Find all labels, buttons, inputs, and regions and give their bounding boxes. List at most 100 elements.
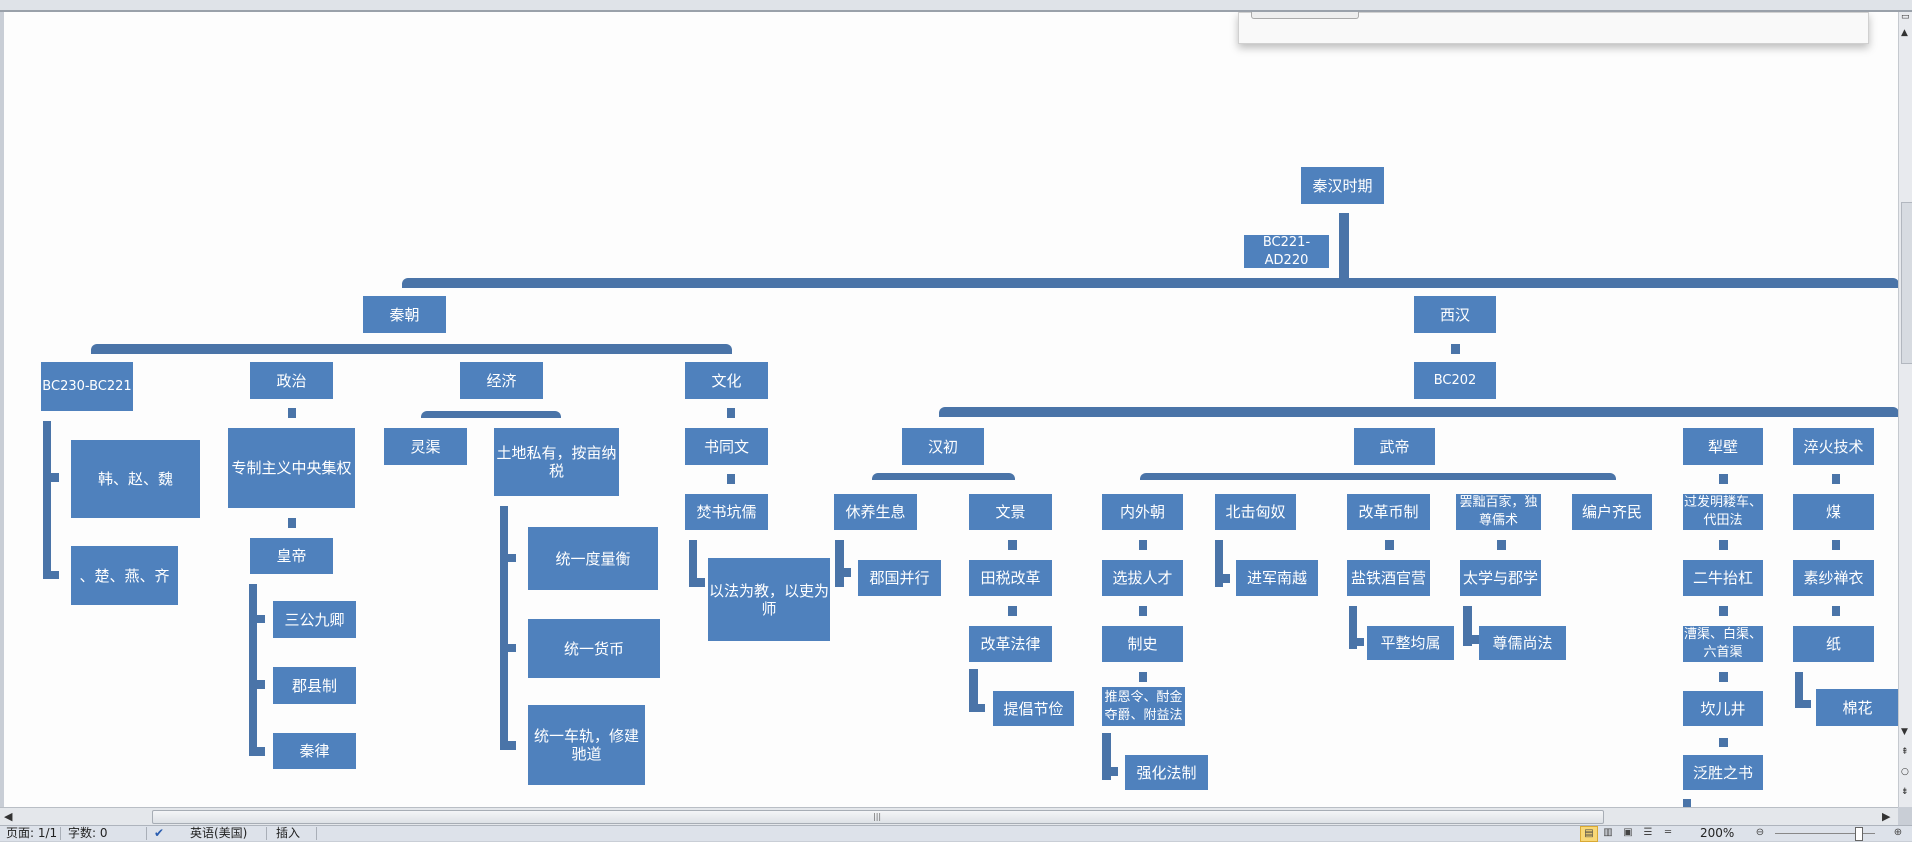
connector-dot	[1497, 540, 1506, 550]
connector-dot	[1683, 799, 1691, 807]
chart-node[interactable]: 灵渠	[384, 428, 467, 465]
chart-node[interactable]: 改革币制	[1347, 494, 1430, 530]
chart-node[interactable]: 煤	[1793, 494, 1874, 530]
chart-node[interactable]: 素纱禅衣	[1793, 560, 1874, 596]
full-screen-reading-icon[interactable]: ▥	[1600, 826, 1616, 840]
scroll-down-icon[interactable]: ▼	[1901, 727, 1908, 737]
vertical-scrollbar[interactable]: ▭ ▲ ▼ ⇞ ○ ⇟	[1898, 12, 1912, 807]
chart-node[interactable]: 休养生息	[834, 494, 917, 530]
chart-node[interactable]: 韩、赵、魏	[71, 440, 200, 518]
chart-node[interactable]: 泛胜之书	[1683, 755, 1763, 790]
chart-node[interactable]: 焚书坑儒	[685, 494, 768, 530]
chart-node[interactable]: 统一货币	[528, 619, 660, 678]
zoom-slider-thumb[interactable]	[1855, 827, 1863, 841]
chart-node[interactable]: 淬火技术	[1793, 428, 1874, 465]
insert-mode[interactable]: 插入	[276, 826, 300, 841]
chart-node[interactable]: 、楚、燕、齐	[71, 546, 178, 605]
chart-node[interactable]: 文景	[969, 494, 1052, 530]
chart-node[interactable]: 选拔人才	[1102, 560, 1183, 596]
chart-node[interactable]: 纸	[1793, 626, 1874, 662]
ribbon-edge	[0, 0, 1912, 12]
ruler-toggle-icon[interactable]: ▭	[1901, 12, 1910, 22]
chart-node[interactable]: 太学与郡学	[1460, 560, 1541, 596]
proofing-icon[interactable]: ✔	[154, 826, 164, 841]
chart-node[interactable]: 郡国并行	[858, 560, 941, 596]
chart-node[interactable]: BC202	[1414, 362, 1496, 399]
chart-node[interactable]: 秦朝	[363, 296, 446, 333]
chart-node[interactable]: 文化	[685, 362, 768, 399]
chart-node[interactable]: 平整均属	[1367, 626, 1454, 660]
chart-node[interactable]: 北击匈奴	[1215, 494, 1296, 530]
chart-node[interactable]: 过发明耧车、代田法	[1683, 494, 1763, 530]
bracket-tick	[500, 554, 516, 562]
chart-node[interactable]: 土地私有，按亩纳税	[494, 428, 619, 496]
horizontal-scrollbar[interactable]: ◀ ||| ▶	[0, 807, 1898, 825]
bracket-tick	[43, 571, 59, 579]
chart-node[interactable]: 田税改革	[969, 560, 1052, 596]
chart-node[interactable]: 改革法律	[969, 626, 1052, 662]
page-count[interactable]: 页面: 1/1	[6, 826, 57, 841]
chart-node[interactable]: 三公九卿	[273, 601, 356, 638]
chart-node[interactable]: 统一车轨，修建驰道	[528, 705, 645, 785]
chart-node[interactable]: 强化法制	[1125, 755, 1208, 790]
status-bar: 页面: 1/1 字数: 0 ✔ 英语(美国) 插入 ▤ ▥ ▣ ☰ ═ 200%…	[0, 825, 1912, 842]
scroll-right-icon[interactable]: ▶	[1882, 810, 1890, 823]
chart-node[interactable]: 专制主义中央集权	[228, 428, 355, 508]
chart-node[interactable]: 西汉	[1414, 296, 1496, 333]
chart-node[interactable]: 棉花	[1816, 689, 1898, 726]
chart-node[interactable]: 皇帝	[250, 538, 333, 574]
chart-node[interactable]: 二牛抬杠	[1683, 560, 1763, 596]
next-page-icon[interactable]: ⇟	[1901, 787, 1909, 797]
word-count[interactable]: 字数: 0	[68, 826, 108, 841]
chart-node[interactable]: 以法为教，以吏为师	[708, 558, 830, 641]
chart-node[interactable]: 编户齐民	[1572, 494, 1652, 530]
document-page[interactable]: 秦汉时期 BC221-AD220 秦朝 西汉 BC230-BC221 政治 经济 文化 BC20…	[4, 12, 1898, 807]
web-layout-icon[interactable]: ▣	[1620, 826, 1636, 840]
chart-node[interactable]: 武帝	[1354, 428, 1435, 465]
chart-node[interactable]: 提倡节俭	[993, 691, 1074, 726]
chart-node[interactable]: 盐铁酒官营	[1347, 560, 1430, 596]
chart-node[interactable]: 政治	[250, 362, 333, 399]
zoom-level[interactable]: 200%	[1700, 826, 1734, 841]
chart-node[interactable]: 推恩令、酎金夺爵、附益法	[1102, 687, 1185, 726]
horizontal-scroll-thumb[interactable]: |||	[152, 810, 1604, 824]
chart-node[interactable]: 统一度量衡	[528, 527, 658, 590]
chart-node[interactable]: 进军南越	[1236, 560, 1318, 596]
bracket-tick	[969, 704, 985, 712]
chart-node[interactable]: 书同文	[685, 428, 768, 465]
chart-node[interactable]: 汉初	[902, 428, 984, 465]
dialog-button[interactable]	[1251, 12, 1359, 19]
connector-bar	[402, 278, 1898, 288]
chart-node[interactable]: BC221-AD220	[1244, 235, 1329, 268]
chart-node[interactable]: 犁壁	[1683, 428, 1763, 465]
connector-dot	[1451, 344, 1460, 354]
chart-node[interactable]: BC230-BC221	[41, 362, 133, 411]
scroll-up-icon[interactable]: ▲	[1901, 28, 1908, 38]
bracket-line	[43, 421, 51, 576]
chart-node[interactable]: 内外朝	[1102, 494, 1183, 530]
connector-dot	[1139, 606, 1147, 616]
connector-bar	[872, 473, 1015, 480]
scroll-left-icon[interactable]: ◀	[4, 810, 12, 823]
zoom-out-icon[interactable]: ⊖	[1752, 826, 1768, 840]
connector-dot	[1719, 672, 1728, 682]
draft-icon[interactable]: ═	[1660, 826, 1676, 840]
browse-object-icon[interactable]: ○	[1901, 767, 1909, 777]
chart-node[interactable]: 坎儿井	[1683, 691, 1763, 726]
connector-bar	[939, 407, 1898, 417]
language[interactable]: 英语(美国)	[190, 826, 247, 841]
zoom-in-icon[interactable]: ⊕	[1890, 826, 1906, 840]
chart-node[interactable]: 罢黜百家，独尊儒术	[1456, 494, 1541, 530]
floating-dialog	[1238, 12, 1869, 44]
chart-node[interactable]: 秦汉时期	[1301, 167, 1384, 204]
chart-node[interactable]: 郡县制	[273, 667, 356, 704]
chart-node[interactable]: 尊儒尚法	[1479, 626, 1566, 660]
outline-icon[interactable]: ☰	[1640, 826, 1656, 840]
vertical-scroll-thumb[interactable]	[1901, 202, 1912, 364]
prev-page-icon[interactable]: ⇞	[1901, 747, 1909, 757]
chart-node[interactable]: 漕渠、白渠、六首渠	[1683, 626, 1763, 662]
chart-node[interactable]: 经济	[460, 362, 543, 399]
bracket-line	[689, 540, 697, 583]
chart-node[interactable]: 秦律	[273, 733, 356, 769]
chart-node[interactable]: 制史	[1102, 626, 1183, 662]
